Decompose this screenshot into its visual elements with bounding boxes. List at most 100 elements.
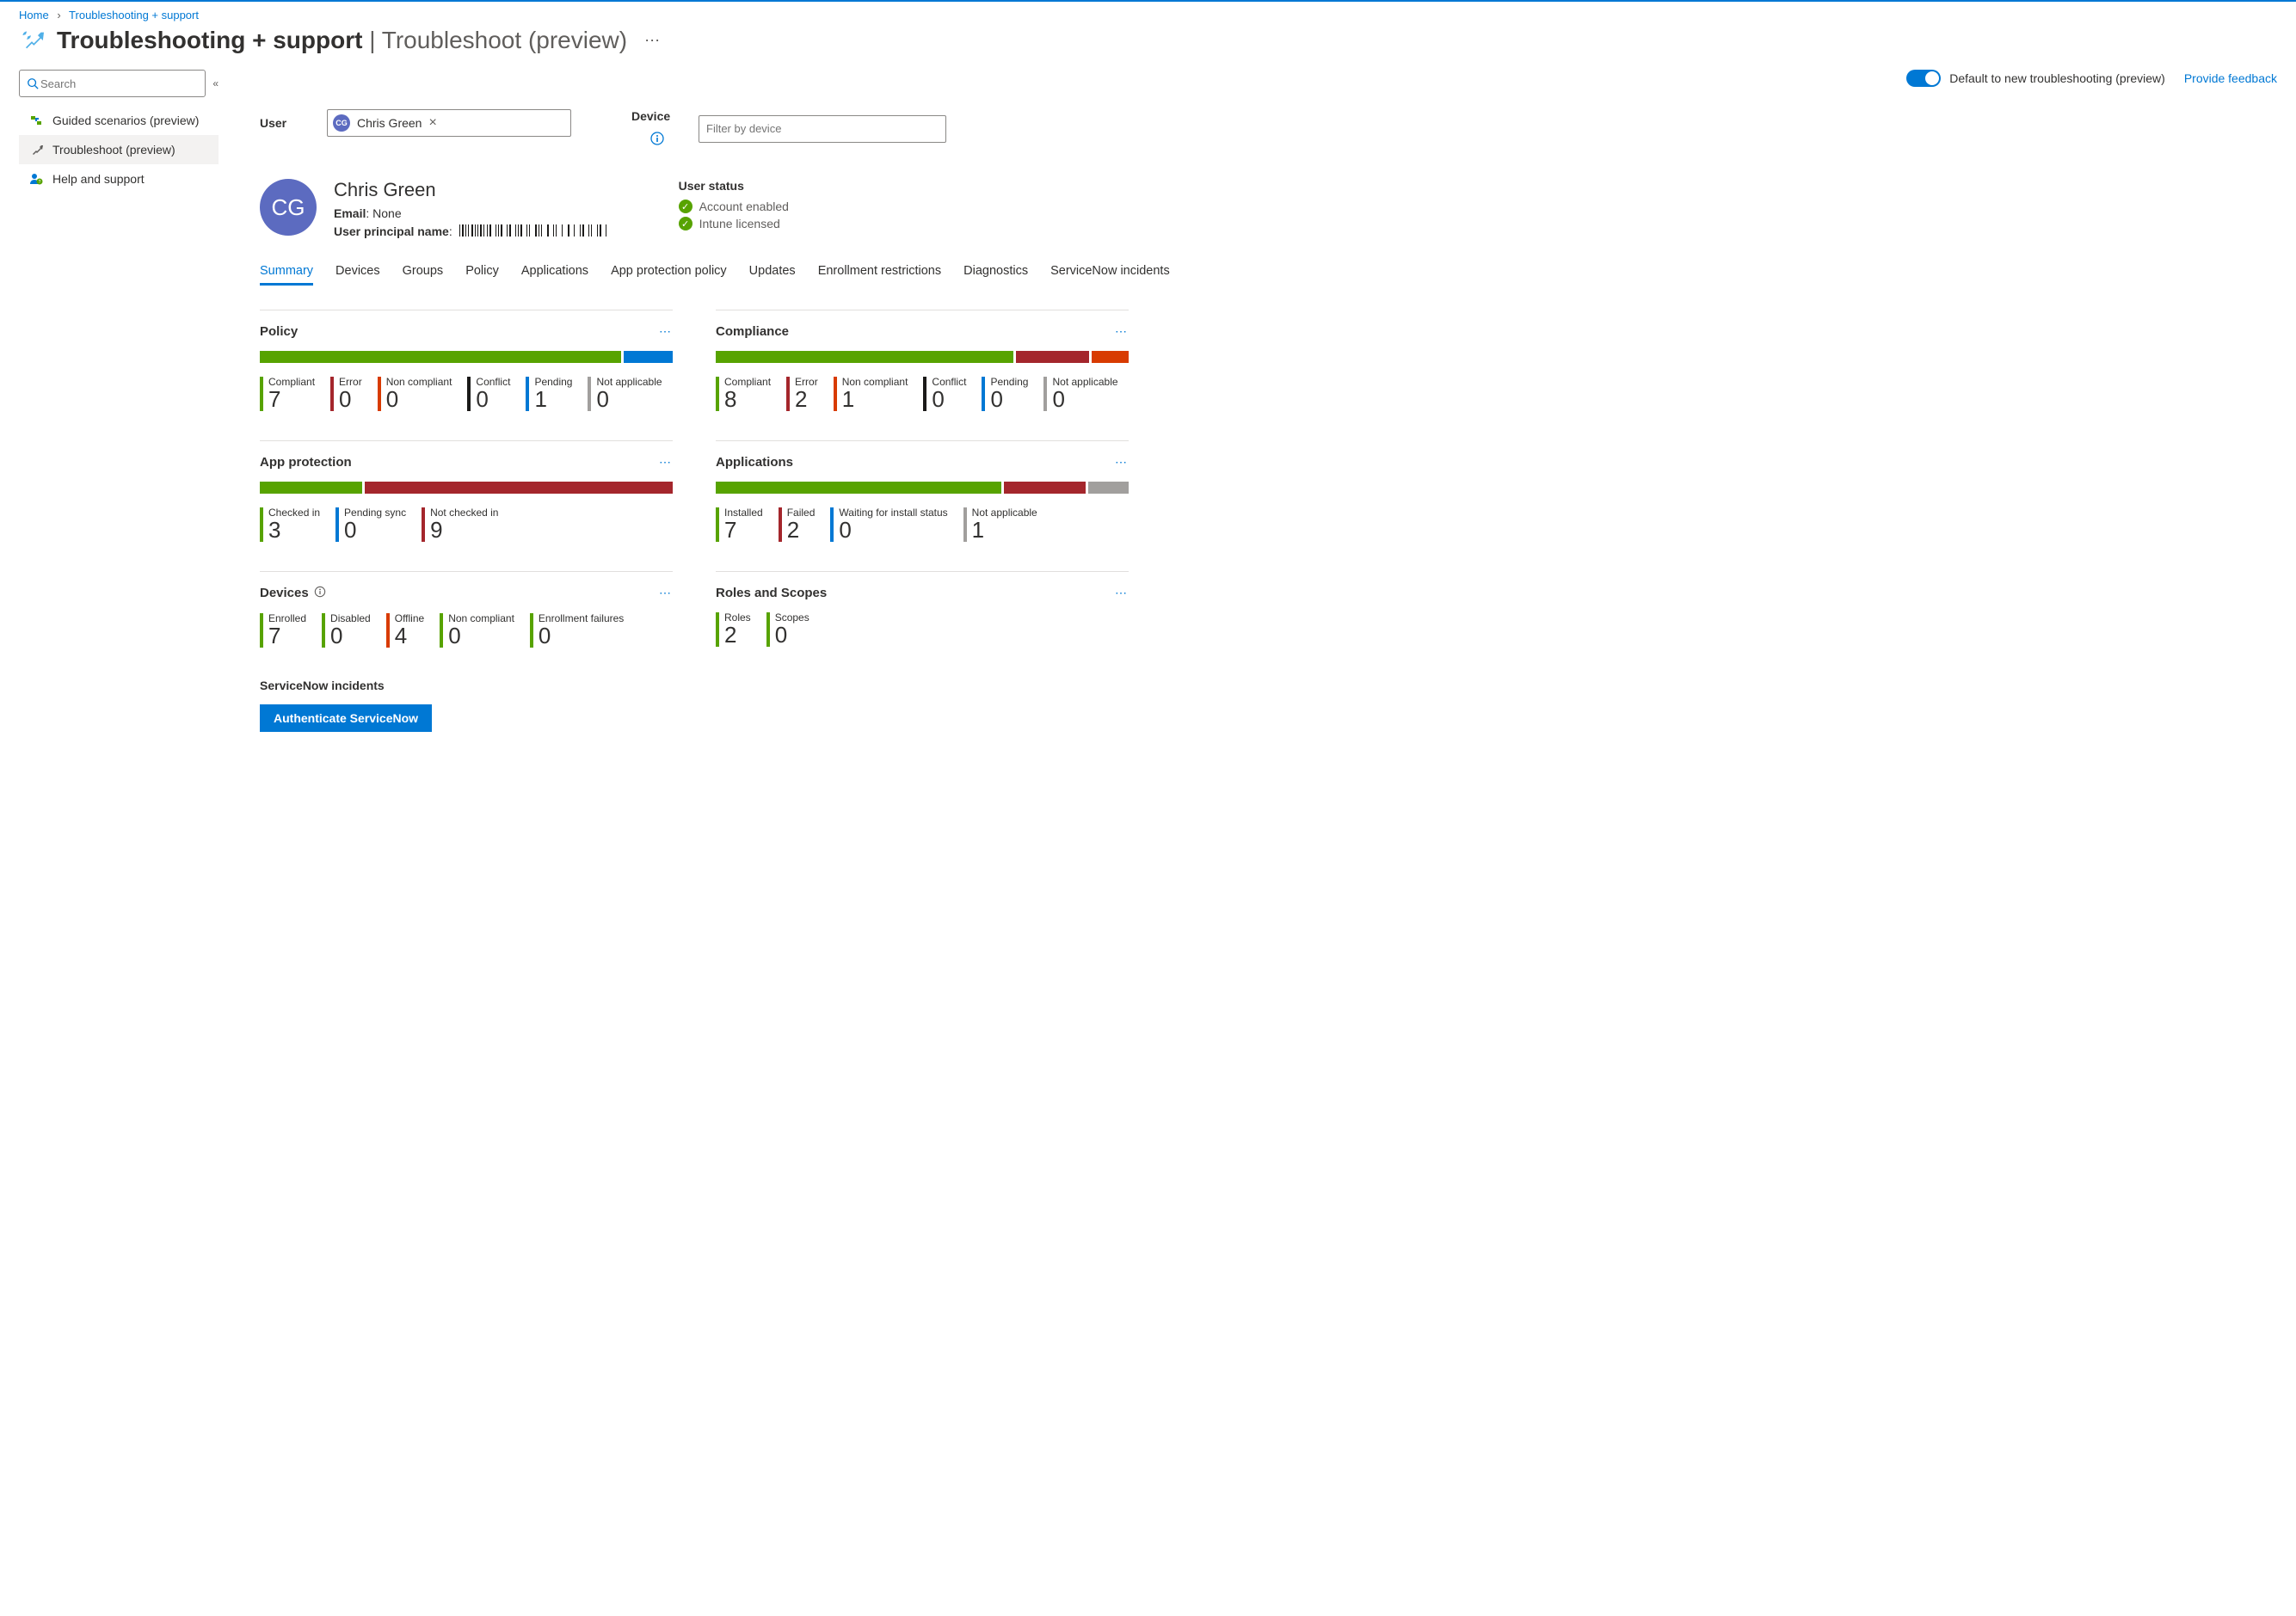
sidebar-item-troubleshoot[interactable]: Troubleshoot (preview) — [19, 135, 219, 164]
card-more-button[interactable]: ⋯ — [659, 455, 673, 470]
metric-tick — [588, 377, 591, 411]
user-filter-label: User — [260, 116, 311, 130]
metric-not-applicable[interactable]: Not applicable0 — [1043, 377, 1117, 411]
svg-text:?: ? — [39, 180, 41, 185]
info-icon[interactable] — [650, 132, 664, 148]
user-filter-input[interactable]: CG Chris Green × — [327, 109, 571, 137]
metric-compliant[interactable]: Compliant8 — [716, 377, 771, 411]
device-filter-input[interactable] — [699, 115, 946, 143]
metric-enrollment-failures[interactable]: Enrollment failures0 — [530, 613, 624, 648]
metric-error[interactable]: Error2 — [786, 377, 818, 411]
metric-tick — [530, 613, 533, 648]
card-apps: Applications⋯Installed7Failed2Waiting fo… — [716, 440, 1129, 542]
metric-not-checked-in[interactable]: Not checked in9 — [422, 507, 498, 542]
tab-app-protection-policy[interactable]: App protection policy — [611, 264, 727, 286]
metric-waiting-for-install-status[interactable]: Waiting for install status0 — [830, 507, 947, 542]
metric-compliant[interactable]: Compliant7 — [260, 377, 315, 411]
bar-segment-gray — [1088, 482, 1129, 494]
default-troubleshoot-toggle[interactable] — [1906, 70, 1941, 87]
tab-groups[interactable]: Groups — [403, 264, 444, 286]
metric-value: 0 — [596, 388, 662, 410]
tab-policy[interactable]: Policy — [465, 264, 499, 286]
metric-error[interactable]: Error0 — [330, 377, 362, 411]
metric-offline[interactable]: Offline4 — [386, 613, 424, 648]
metric-installed[interactable]: Installed7 — [716, 507, 763, 542]
tab-applications[interactable]: Applications — [521, 264, 588, 286]
metric-label: Waiting for install status — [839, 507, 947, 519]
tab-diagnostics[interactable]: Diagnostics — [963, 264, 1028, 286]
servicenow-title: ServiceNow incidents — [260, 679, 690, 692]
metric-non-compliant[interactable]: Non compliant0 — [440, 613, 514, 648]
metric-not-applicable[interactable]: Not applicable1 — [963, 507, 1037, 542]
metric-pending[interactable]: Pending1 — [526, 377, 572, 411]
metric-tick — [330, 377, 334, 411]
metric-scopes[interactable]: Scopes0 — [766, 612, 809, 647]
authenticate-servicenow-button[interactable]: Authenticate ServiceNow — [260, 704, 432, 732]
card-policy: Policy⋯Compliant7Error0Non compliant0Con… — [260, 310, 673, 411]
info-icon[interactable] — [314, 586, 326, 601]
metric-conflict[interactable]: Conflict0 — [467, 377, 510, 411]
metric-value: 1 — [972, 519, 1037, 541]
metric-value: 0 — [839, 519, 947, 541]
metric-checked-in[interactable]: Checked in3 — [260, 507, 320, 542]
metric-value: 7 — [268, 388, 315, 410]
metric-tick — [526, 377, 529, 411]
card-title: App protection — [260, 455, 673, 470]
metric-pending[interactable]: Pending0 — [982, 377, 1028, 411]
metric-tick — [834, 377, 837, 411]
metric-tick — [830, 507, 834, 542]
tab-summary[interactable]: Summary — [260, 264, 313, 286]
clear-user-icon[interactable]: × — [428, 115, 436, 131]
metric-tick — [440, 613, 443, 648]
breadcrumb-home[interactable]: Home — [19, 9, 49, 22]
metric-not-applicable[interactable]: Not applicable0 — [588, 377, 662, 411]
card-compliance: Compliance⋯Compliant8Error2Non compliant… — [716, 310, 1129, 411]
metric-non-compliant[interactable]: Non compliant1 — [834, 377, 908, 411]
metric-conflict[interactable]: Conflict0 — [923, 377, 966, 411]
metric-tick — [779, 507, 782, 542]
tab-enrollment-restrictions[interactable]: Enrollment restrictions — [818, 264, 941, 286]
metric-value: 0 — [386, 388, 452, 410]
sidebar-search-input[interactable] — [39, 77, 198, 91]
metric-tick — [716, 377, 719, 411]
wrench-icon — [28, 142, 44, 157]
user-status-title: User status — [679, 179, 789, 193]
status-bar — [716, 482, 1129, 494]
card-more-button[interactable]: ⋯ — [1115, 324, 1129, 339]
card-more-button[interactable]: ⋯ — [1115, 586, 1129, 600]
card-more-button[interactable]: ⋯ — [1115, 455, 1129, 470]
metric-pending-sync[interactable]: Pending sync0 — [335, 507, 406, 542]
metric-non-compliant[interactable]: Non compliant0 — [378, 377, 452, 411]
metric-failed[interactable]: Failed2 — [779, 507, 816, 542]
metric-value: 0 — [932, 388, 966, 410]
sidebar-item-guided-scenarios[interactable]: Guided scenarios (preview) — [19, 106, 219, 135]
collapse-sidebar-icon[interactable]: « — [212, 77, 219, 89]
page-more-button[interactable]: ⋯ — [639, 32, 665, 50]
tab-servicenow-incidents[interactable]: ServiceNow incidents — [1050, 264, 1170, 286]
metric-tick — [378, 377, 381, 411]
provide-feedback-link[interactable]: Provide feedback — [2184, 71, 2277, 85]
metrics: Checked in3 Pending sync0 Not checked in9 — [260, 507, 673, 542]
device-filter-label: Device — [631, 109, 683, 123]
tab-updates[interactable]: Updates — [749, 264, 796, 286]
status-bar — [260, 351, 673, 363]
metric-tick — [982, 377, 985, 411]
sidebar-item-help[interactable]: ? Help and support — [19, 164, 219, 194]
search-icon — [27, 77, 39, 89]
card-more-button[interactable]: ⋯ — [659, 324, 673, 339]
metric-enrolled[interactable]: Enrolled7 — [260, 613, 306, 648]
metrics: Compliant7 Error0 Non compliant0 Conflict0 P… — [260, 377, 673, 411]
metric-roles[interactable]: Roles2 — [716, 612, 751, 647]
bar-segment-blue — [624, 351, 673, 363]
tab-devices[interactable]: Devices — [335, 264, 380, 286]
metrics: Roles2 Scopes0 — [716, 612, 1129, 647]
metric-value: 9 — [430, 519, 498, 541]
metric-tick — [716, 507, 719, 542]
metric-tick — [766, 612, 770, 647]
bar-segment-red — [365, 482, 673, 494]
sidebar-search[interactable] — [19, 70, 206, 97]
metric-disabled[interactable]: Disabled0 — [322, 613, 371, 648]
breadcrumb-current[interactable]: Troubleshooting + support — [69, 9, 199, 22]
metric-value: 4 — [395, 624, 424, 647]
card-more-button[interactable]: ⋯ — [659, 586, 673, 600]
